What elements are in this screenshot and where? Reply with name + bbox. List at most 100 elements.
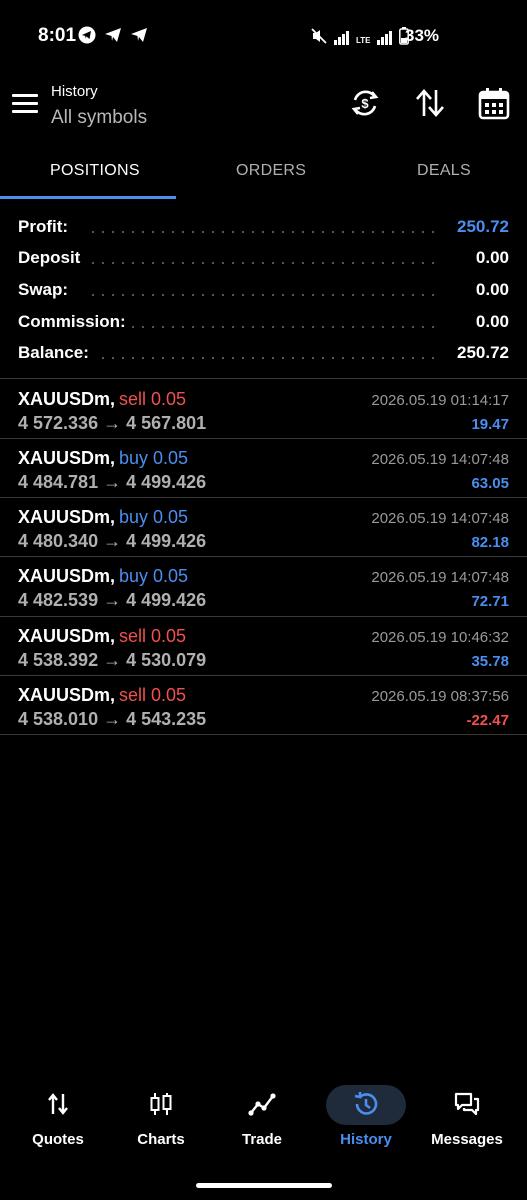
nav-label: History [340,1131,392,1148]
summary-label: Balance: [18,343,95,363]
menu-button[interactable] [12,94,38,118]
list-item[interactable]: XAUUSDm, sell 0.05 4 538.010 → 4 543.235… [0,676,527,734]
send-icon [105,28,121,42]
deal-profit: 19.47 [471,416,509,433]
deal-prices: 4 482.539 → 4 499.426 [18,590,207,610]
tab-indicator [0,196,176,199]
notification-icons [78,26,148,44]
deal-prices: 4 572.336 → 4 567.801 [18,413,207,433]
deal-profit: 72.71 [471,593,509,610]
deal-type: sell [119,685,147,705]
calendar-icon[interactable] [477,86,511,120]
nav-label: Quotes [32,1131,84,1148]
menu-icon [12,102,38,105]
signal-icon [376,31,392,45]
list-item[interactable]: XAUUSDm, buy 0.05 4 480.340 → 4 499.426 … [0,498,527,556]
summary-label: Commission: [18,312,132,332]
battery-percent: 33% [405,26,440,45]
dotted-leader [88,261,439,265]
list-item[interactable]: XAUUSDm, buy 0.05 4 484.781 → 4 499.426 … [0,439,527,497]
bottom-nav: Quotes Charts Trade History Messages [0,1080,527,1170]
nav-history[interactable]: History [316,1080,416,1160]
menu-icon [12,110,38,113]
deal-symbol: XAUUSDm, [18,448,116,468]
list-item[interactable]: XAUUSDm, sell 0.05 4 538.392 → 4 530.079… [0,617,527,675]
nav-messages[interactable]: Messages [417,1080,517,1160]
deal-type: sell [119,389,147,409]
sort-icon[interactable] [413,86,447,120]
network-type: LTE [356,36,371,45]
deal-profit: 35.78 [471,653,509,670]
nav-trade[interactable]: Trade [212,1080,312,1160]
divider [0,378,527,379]
deal-prices: 4 484.781 → 4 499.426 [18,472,207,492]
messages-icon [454,1092,480,1116]
deal-time: 2026.05.19 14:07:48 [371,569,509,586]
nav-label: Messages [431,1131,503,1148]
toolbar: History All symbols $ [0,72,527,140]
deal-symbol: XAUUSDm, [18,626,116,646]
deal-type: buy [119,566,149,586]
status-time: 8:01 [38,25,77,46]
summary-label: Deposit [18,248,87,268]
deal-volume: 0.05 [151,685,187,705]
deal-symbol: XAUUSDm, [18,685,116,705]
deal-symbol: XAUUSDm, [18,507,116,527]
deal-profit: -22.47 [466,712,509,729]
deal-time: 2026.05.19 14:07:48 [371,510,509,527]
home-indicator[interactable] [196,1183,332,1188]
deal-profit: 63.05 [471,475,509,492]
telegram-icon [78,26,96,44]
deal-time: 2026.05.19 08:37:56 [371,688,509,705]
summary-value: 0.00 [469,280,509,300]
summary-value: 250.72 [451,343,509,363]
nav-quotes[interactable]: Quotes [8,1080,108,1160]
deal-prices: 4 538.392 → 4 530.079 [18,650,207,670]
deal-type: sell [119,626,147,646]
deal-type: buy [119,507,149,527]
history-icon [354,1092,378,1115]
tab-deals[interactable]: DEALS [417,162,471,180]
tab-positions[interactable]: POSITIONS [50,162,140,180]
summary-label: Swap: [18,280,75,300]
charts-icon [150,1093,172,1115]
summary-value: 0.00 [469,248,509,268]
nav-charts[interactable]: Charts [111,1080,211,1160]
mute-icon [311,28,327,44]
deal-symbol: XAUUSDm, [18,566,116,586]
list-item[interactable]: XAUUSDm, buy 0.05 4 482.539 → 4 499.426 … [0,557,527,615]
symbol-filter[interactable]: All symbols [51,107,147,129]
deal-volume: 0.05 [153,448,189,468]
deal-type: buy [119,448,149,468]
status-bar: 8:01 LTE 33% [0,0,527,72]
summary-value: 0.00 [469,312,509,332]
quotes-icon [48,1093,68,1115]
tab-orders[interactable]: ORDERS [236,162,306,180]
summary-swap: Swap: 0.00 [18,280,509,312]
dotted-leader [88,230,439,234]
svg-text:$: $ [361,96,369,111]
nav-label: Charts [137,1131,185,1148]
currency-exchange-icon[interactable]: $ [348,86,382,120]
tab-bar: POSITIONS ORDERS DEALS [0,140,527,200]
deal-prices: 4 538.010 → 4 543.235 [18,709,207,729]
deal-symbol: XAUUSDm, [18,389,116,409]
dotted-leader [88,293,439,297]
deal-time: 2026.05.19 14:07:48 [371,451,509,468]
summary-balance: Balance: 250.72 [18,343,509,375]
deal-volume: 0.05 [153,566,189,586]
summary-label: Profit: [18,217,75,237]
deal-volume: 0.05 [151,626,187,646]
nav-label: Trade [241,1131,283,1148]
summary-deposit: Deposit 0.00 [18,248,509,280]
signal-icon [334,31,349,45]
list-item[interactable]: XAUUSDm, sell 0.05 4 572.336 → 4 567.801… [0,380,527,438]
menu-icon [12,94,38,97]
divider [0,734,527,735]
deal-time: 2026.05.19 01:14:17 [371,392,509,409]
deal-profit: 82.18 [471,534,509,551]
send-icon [131,28,147,42]
status-icons: LTE [310,27,409,45]
dotted-leader [88,325,439,329]
dotted-leader [88,356,439,360]
